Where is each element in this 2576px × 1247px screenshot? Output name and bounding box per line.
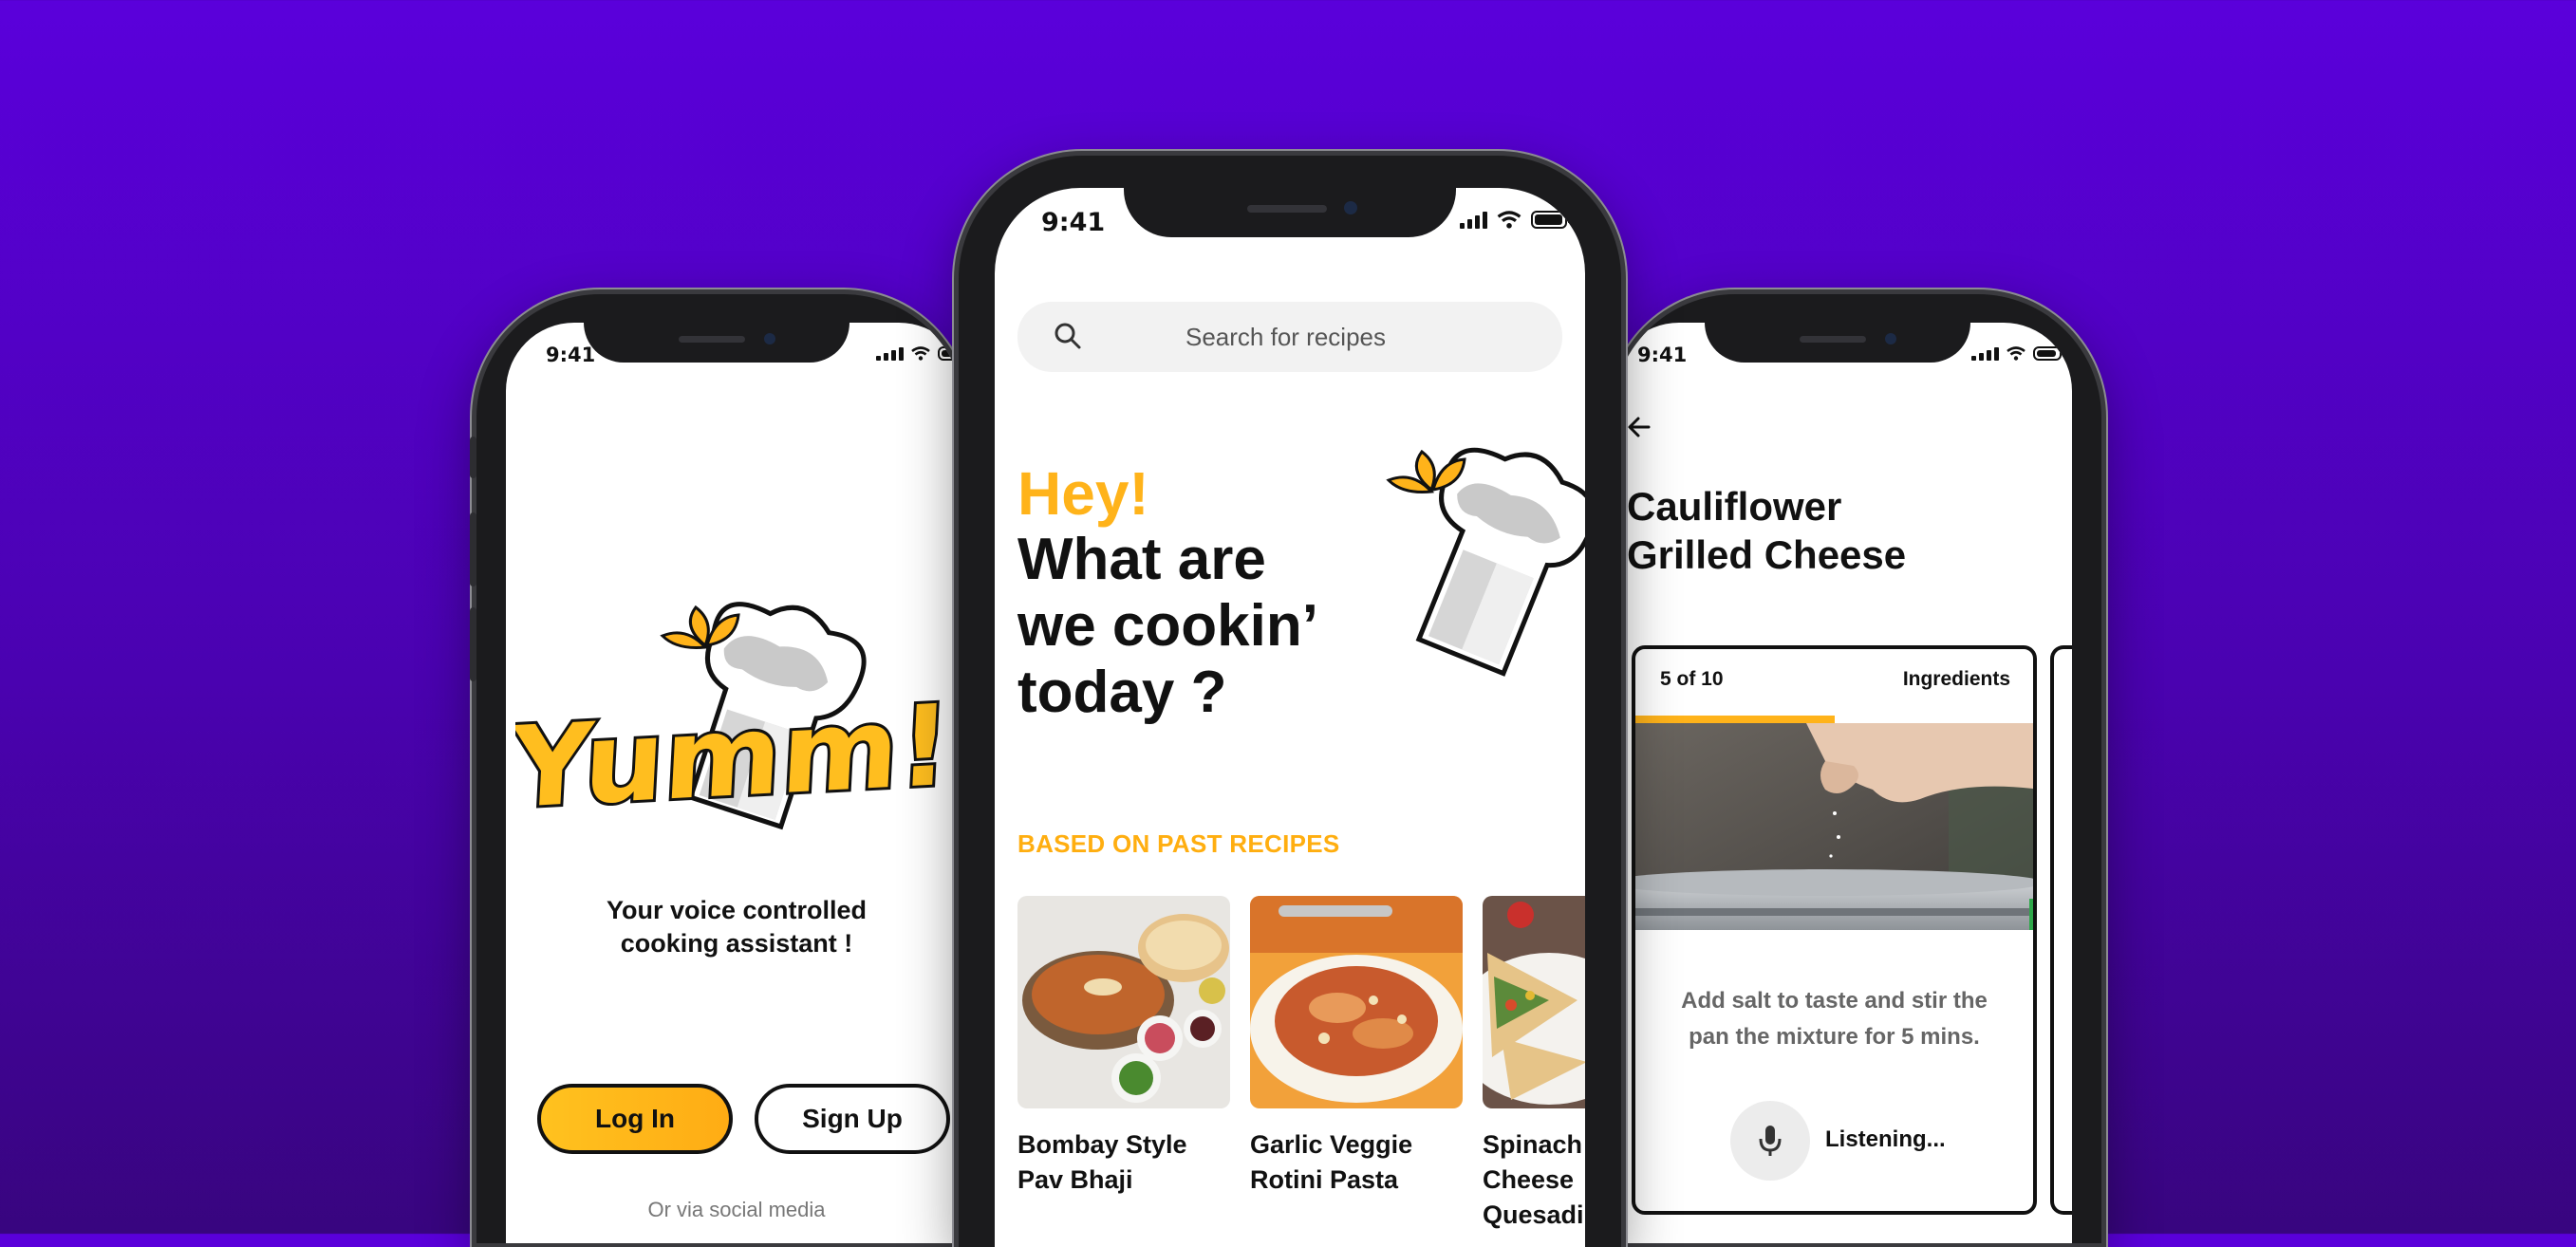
phone-center: 9:41 Search for recipes Hey! What are we… xyxy=(959,156,1621,1247)
wifi-icon xyxy=(1497,211,1521,229)
status-bar-icons xyxy=(1460,211,1571,229)
headline-line3: today ? xyxy=(1017,660,1227,725)
phone-left: 9:41 Yumm! Your voice controlled cooking… xyxy=(476,294,966,1243)
recipe-card-title[interactable]: Bombay Style Pav Bhaji xyxy=(1017,1127,1187,1198)
status-time: 9:41 xyxy=(1041,208,1106,237)
logo-text: Yumm! xyxy=(515,683,954,826)
notch xyxy=(1705,323,1970,363)
center-screen: 9:41 Search for recipes Hey! What are we… xyxy=(995,188,1585,1247)
status-bar-icons xyxy=(876,346,966,361)
recipe-title-line: Pav Bhaji xyxy=(1017,1165,1133,1194)
step-progress-fill xyxy=(1635,716,1835,723)
recipe-title-line: Rotini Pasta xyxy=(1250,1165,1399,1194)
greeting: Hey! xyxy=(1017,459,1149,528)
headline: What are we cookin’ today ? xyxy=(1017,527,1318,726)
notch xyxy=(584,323,849,363)
recipe-card-image[interactable] xyxy=(1483,896,1585,1108)
recipe-title: Cauliflower Grilled Cheese xyxy=(1627,482,1906,579)
recipe-card-title[interactable]: Garlic Veggie Rotini Pasta xyxy=(1250,1127,1412,1198)
side-button xyxy=(470,607,476,681)
step-counter: 5 of 10 xyxy=(1660,668,1724,690)
phone-right: 9:41 Cauliflower Grilled Cheese 5 of 10 … xyxy=(1612,294,2101,1243)
recipe-title-line: Bombay Style xyxy=(1017,1130,1187,1159)
instruction-line1: Add salt to taste and stir the xyxy=(1681,988,1988,1014)
side-button xyxy=(470,437,476,478)
status-time: 9:41 xyxy=(1637,344,1688,366)
recipe-card-title[interactable]: Spinach & Cheese Quesadilla xyxy=(1483,1127,1585,1233)
right-screen: 9:41 Cauliflower Grilled Cheese 5 of 10 … xyxy=(1612,323,2072,1243)
tagline-line1: Your voice controlled xyxy=(606,896,868,924)
recipe-title-line2: Grilled Cheese xyxy=(1627,532,1907,577)
mic-icon xyxy=(1759,1126,1782,1156)
signal-icon xyxy=(876,347,904,361)
wifi-icon xyxy=(2007,346,2025,361)
left-screen: 9:41 Yumm! Your voice controlled cooking… xyxy=(506,323,966,1243)
step-image xyxy=(1635,723,2033,930)
next-step-card-peek xyxy=(2050,645,2072,1215)
recipe-title-line: Cheese xyxy=(1483,1165,1575,1194)
step-card[interactable]: 5 of 10 Ingredients Add salt to taste an… xyxy=(1632,645,2037,1215)
ingredients-tab[interactable]: Ingredients xyxy=(1903,668,2010,691)
back-arrow-icon[interactable] xyxy=(1625,413,1653,441)
status-bar-icons xyxy=(1971,346,2065,361)
listening-label: Listening... xyxy=(1825,1126,1946,1152)
step-progress-track xyxy=(1635,716,2033,723)
status-time: 9:41 xyxy=(546,344,596,366)
social-login-text: Or via social media xyxy=(647,1198,826,1221)
recipe-title-line1: Cauliflower xyxy=(1627,484,1842,529)
recipe-card-image[interactable] xyxy=(1250,896,1463,1108)
signup-button[interactable]: Sign Up xyxy=(755,1084,950,1154)
battery-icon xyxy=(1531,211,1571,229)
headline-line2: we cookin’ xyxy=(1017,593,1318,659)
tagline-line2: cooking assistant ! xyxy=(620,929,853,958)
notch xyxy=(1124,188,1456,237)
headline-line1: What are xyxy=(1017,527,1266,592)
side-button xyxy=(470,512,476,586)
recipe-title-line: Spinach & xyxy=(1483,1130,1585,1159)
recipe-title-line: Garlic Veggie xyxy=(1250,1130,1413,1159)
mic-button[interactable] xyxy=(1730,1101,1810,1181)
chef-hat-icon xyxy=(1386,447,1585,677)
section-title: BASED ON PAST RECIPES xyxy=(1017,829,1340,858)
instruction-line2: pan the mixture for 5 mins. xyxy=(1689,1024,1980,1050)
wifi-icon xyxy=(911,346,930,361)
recipe-card-image[interactable] xyxy=(1017,896,1230,1108)
recipe-title-line: Quesadilla xyxy=(1483,1200,1585,1229)
search-icon xyxy=(1055,323,1081,349)
app-logo: Yumm! xyxy=(515,683,957,826)
signal-icon xyxy=(1971,347,1999,361)
battery-icon xyxy=(2033,346,2065,361)
login-button[interactable]: Log In xyxy=(537,1084,733,1154)
signal-icon xyxy=(1460,212,1487,229)
search-input[interactable]: Search for recipes xyxy=(1185,323,1386,352)
